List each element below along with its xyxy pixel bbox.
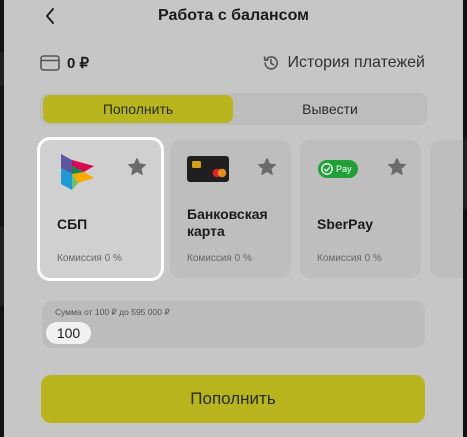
sbp-logo: [61, 154, 94, 190]
amount-input[interactable]: 100: [46, 322, 91, 344]
method-fee: Комиссия 0 %: [317, 253, 382, 264]
header: Работа с балансом: [4, 0, 463, 34]
method-fee: Комиссия 0 %: [187, 253, 252, 264]
balance-value: 0 ₽: [67, 55, 90, 72]
amount-hint: Сумма от 100 ₽ до 595 000 ₽: [55, 307, 170, 317]
balance-row: 0 ₽ История платежей: [4, 50, 463, 78]
history-icon: [263, 56, 278, 70]
method-card-next[interactable]: [430, 140, 463, 278]
wallet-icon: [40, 55, 60, 71]
sberpay-badge-text: Pay: [336, 164, 352, 174]
tab-top-up[interactable]: Пополнить: [43, 95, 233, 123]
sberpay-logo: Pay: [318, 160, 358, 178]
payment-methods: СБП Комиссия 0 % Банковская карта Комисс…: [40, 140, 463, 280]
method-label: Банковская карта: [187, 206, 268, 239]
amount-field[interactable]: Сумма от 100 ₽ до 595 000 ₽ 100: [42, 301, 425, 348]
bank-card-icon: [187, 156, 229, 182]
page-title: Работа с балансом: [158, 7, 309, 24]
method-label: SberPay: [317, 216, 374, 232]
favorite-star-icon[interactable]: [387, 157, 407, 177]
phone-side-button: [463, 139, 467, 209]
tab-withdraw[interactable]: Вывести: [236, 95, 424, 123]
method-label: СБП: [57, 216, 88, 232]
phone-frame-right: [463, 0, 467, 437]
app-screen: Работа с балансом 0 ₽ История платежей П…: [4, 0, 463, 437]
check-icon: [321, 163, 333, 175]
operation-tabs: Пополнить Вывести: [40, 93, 427, 125]
method-card-sbp[interactable]: СБП Комиссия 0 %: [40, 140, 161, 278]
favorite-star-icon[interactable]: [257, 157, 277, 177]
payment-history-label: История платежей: [287, 54, 425, 71]
favorite-star-icon[interactable]: [127, 157, 147, 177]
method-fee: Комиссия 0 %: [57, 253, 122, 264]
method-card-sberpay[interactable]: Pay SberPay Комиссия 0 %: [300, 140, 421, 278]
method-card-bank-card[interactable]: Банковская карта Комиссия 0 %: [170, 140, 291, 278]
top-up-button[interactable]: Пополнить: [41, 375, 425, 423]
payment-history-link[interactable]: История платежей: [262, 54, 425, 72]
